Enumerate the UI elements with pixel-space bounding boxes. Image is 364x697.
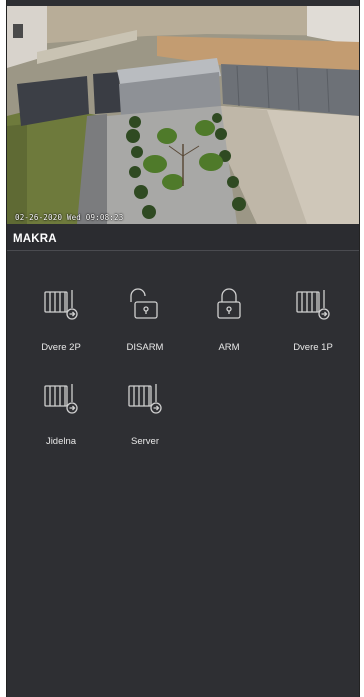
macro-label: Jidelna: [45, 436, 77, 447]
macro-arm[interactable]: ARM: [189, 286, 269, 376]
macro-label: ARM: [218, 342, 240, 353]
app-frame: 02-26-2020 Wed 09:08:23 MAKRA Dvere 2P D…: [6, 0, 360, 697]
section-title: MAKRA: [13, 233, 57, 245]
camera-view[interactable]: 02-26-2020 Wed 09:08:23: [7, 6, 359, 224]
macro-disarm[interactable]: DISARM: [105, 286, 185, 376]
gate-key-icon: [125, 380, 165, 420]
lock-icon: [209, 286, 249, 326]
gate-key-icon: [293, 286, 333, 326]
macro-label: Dvere 2P: [41, 342, 81, 353]
gate-key-icon: [41, 380, 81, 420]
camera-image: [7, 6, 359, 224]
section-header: MAKRA: [7, 224, 359, 251]
macro-label: Server: [131, 436, 159, 447]
unlock-icon: [125, 286, 165, 326]
camera-timestamp: 02-26-2020 Wed 09:08:23: [15, 213, 124, 222]
macro-dvere-1p[interactable]: Dvere 1P: [273, 286, 353, 376]
macro-label: DISARM: [126, 342, 164, 353]
gate-key-icon: [41, 286, 81, 326]
macro-server[interactable]: Server: [105, 380, 185, 470]
macro-label: Dvere 1P: [293, 342, 333, 353]
macro-dvere-2p[interactable]: Dvere 2P: [21, 286, 101, 376]
macro-jidelna[interactable]: Jidelna: [21, 380, 101, 470]
